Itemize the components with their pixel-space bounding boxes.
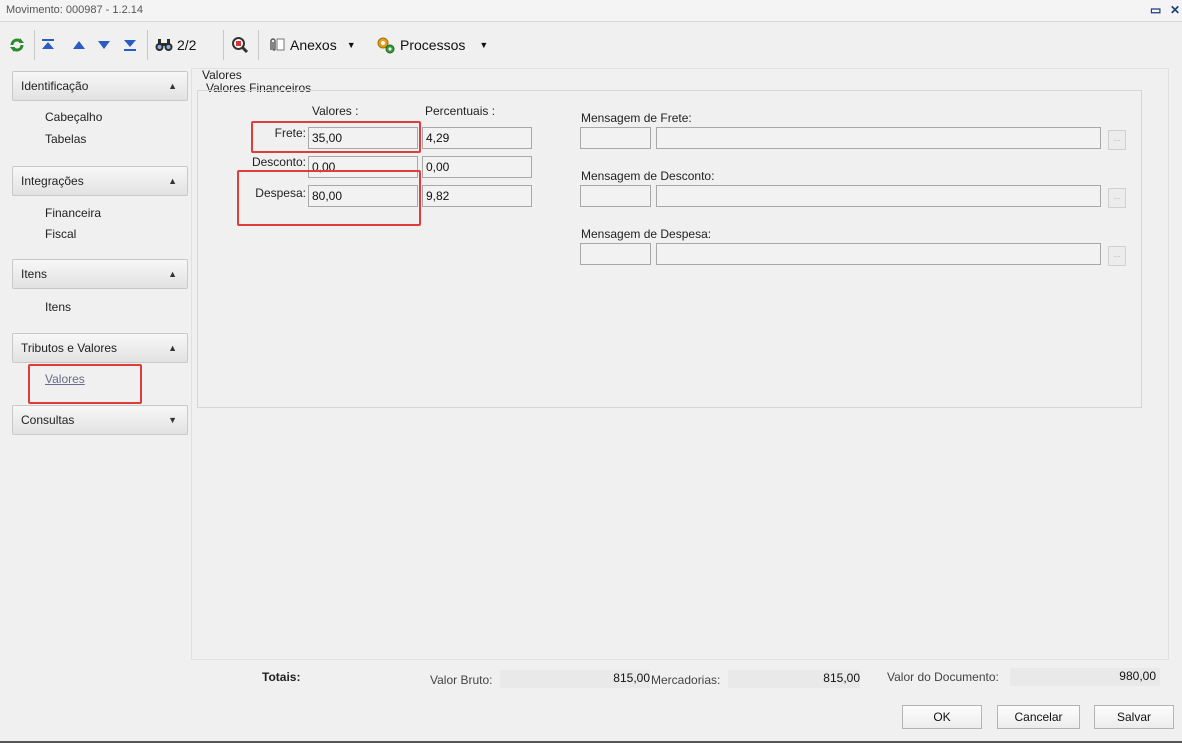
nav-item-financeira[interactable]: Financeira <box>45 206 101 220</box>
highlight-box <box>28 364 142 404</box>
highlight-box <box>251 121 421 153</box>
processes-label: Processos <box>400 37 466 53</box>
close-icon[interactable]: ✕ <box>1170 3 1180 17</box>
desconto-message-lookup-button[interactable]: ... <box>1108 188 1126 208</box>
nav-group-itens[interactable]: Itens ▲ <box>12 259 188 289</box>
attachments-label: Anexos <box>290 37 337 53</box>
frete-message-code-field[interactable] <box>580 127 651 149</box>
attachments-menu[interactable]: Anexos ▼ <box>266 34 356 56</box>
gross-value-label: Valor Bruto: <box>430 673 493 687</box>
column-header-percent: Percentuais : <box>425 104 496 118</box>
gross-value-field: 815,00 <box>500 670 650 688</box>
toolbar-separator <box>34 30 35 60</box>
binoculars-icon <box>155 39 173 51</box>
toolbar-separator <box>147 30 148 60</box>
refresh-button[interactable] <box>8 34 26 56</box>
toolbar: 2/2 Anexos ▼ Processos ▼ <box>0 24 1182 66</box>
document-value-field: 980,00 <box>1010 668 1160 686</box>
nav-group-title: Identificação <box>21 79 89 93</box>
section-title: Valores <box>202 68 242 82</box>
chevron-down-icon[interactable]: ▼ <box>168 415 177 425</box>
nav-item-fiscal[interactable]: Fiscal <box>45 227 76 241</box>
arrow-down-icon <box>98 41 110 49</box>
highlight-box <box>237 170 421 226</box>
previous-record-button[interactable] <box>73 34 85 56</box>
nav-group-title: Consultas <box>21 413 75 427</box>
frete-percent-field[interactable]: 4,29 <box>422 127 532 149</box>
ok-button[interactable]: OK <box>902 705 982 729</box>
nav-item-tabelas[interactable]: Tabelas <box>45 132 86 146</box>
first-record-button[interactable] <box>41 34 55 56</box>
goods-value: 815,00 <box>823 671 860 685</box>
nav-item-itens[interactable]: Itens <box>45 300 71 314</box>
nav-group-title: Tributos e Valores <box>21 341 118 355</box>
despesa-percent-field[interactable]: 9,82 <box>422 185 532 207</box>
desconto-label: Desconto: <box>251 155 306 169</box>
processes-menu[interactable]: Processos ▼ <box>376 34 488 56</box>
nav-item-cabecalho[interactable]: Cabeçalho <box>45 110 102 124</box>
desconto-message-text-field[interactable] <box>656 185 1101 207</box>
first-record-icon <box>42 39 54 49</box>
restore-icon[interactable]: ▭ <box>1150 3 1161 17</box>
nav-group-tributos-valores[interactable]: Tributos e Valores ▲ <box>12 333 188 363</box>
despesa-message-code-field[interactable] <box>580 243 651 265</box>
chevron-up-icon[interactable]: ▲ <box>168 81 177 91</box>
nav-group-consultas[interactable]: Consultas ▼ <box>12 405 188 435</box>
desconto-percent-field[interactable]: 0,00 <box>422 156 532 178</box>
frete-message-text-field[interactable] <box>656 127 1101 149</box>
despesa-message-label: Mensagem de Despesa: <box>581 227 712 241</box>
frete-message-lookup-button[interactable]: ... <box>1108 130 1126 150</box>
column-header-values: Valores : <box>312 104 359 118</box>
nav-group-title: Integrações <box>21 174 84 188</box>
find-record-button[interactable]: 2/2 <box>155 34 196 56</box>
chevron-up-icon[interactable]: ▲ <box>168 343 177 353</box>
gross-value: 815,00 <box>613 671 650 685</box>
toolbar-separator <box>223 30 224 60</box>
paperclip-icon <box>270 38 285 51</box>
document-value-label: Valor do Documento: <box>887 670 999 684</box>
despesa-message-text-field[interactable] <box>656 243 1101 265</box>
record-position: 2/2 <box>177 37 197 53</box>
document-value: 980,00 <box>1119 669 1156 683</box>
toolbar-separator <box>258 30 259 60</box>
despesa-message-lookup-button[interactable]: ... <box>1108 246 1126 266</box>
refresh-icon <box>10 38 24 52</box>
gears-icon <box>377 37 395 54</box>
arrow-up-icon <box>73 41 85 49</box>
totals-label: Totais: <box>262 670 301 684</box>
zoom-button[interactable] <box>231 34 249 56</box>
magnifier-icon <box>232 37 249 54</box>
next-record-button[interactable] <box>98 34 110 56</box>
desconto-message-label: Mensagem de Desconto: <box>581 169 715 183</box>
window-title: Movimento: 000987 - 1.2.14 <box>6 4 143 16</box>
nav-group-integracoes[interactable]: Integrações ▲ <box>12 166 188 196</box>
dropdown-arrow-icon: ▼ <box>479 40 489 50</box>
nav-group-title: Itens <box>21 267 48 281</box>
dropdown-arrow-icon: ▼ <box>346 40 356 50</box>
chevron-up-icon[interactable]: ▲ <box>168 269 177 279</box>
goods-label: Mercadorias: <box>651 673 721 687</box>
desconto-message-code-field[interactable] <box>580 185 651 207</box>
last-record-button[interactable] <box>123 34 137 56</box>
cancel-button[interactable]: Cancelar <box>997 705 1080 729</box>
nav-group-identificacao[interactable]: Identificação ▲ <box>12 71 188 101</box>
goods-value-field: 815,00 <box>728 670 860 688</box>
frete-message-label: Mensagem de Frete: <box>581 111 692 125</box>
save-button[interactable]: Salvar <box>1094 705 1174 729</box>
chevron-up-icon[interactable]: ▲ <box>168 176 177 186</box>
title-bar: Movimento: 000987 - 1.2.14 ▭ ✕ <box>0 0 1182 22</box>
last-record-icon <box>124 40 136 51</box>
